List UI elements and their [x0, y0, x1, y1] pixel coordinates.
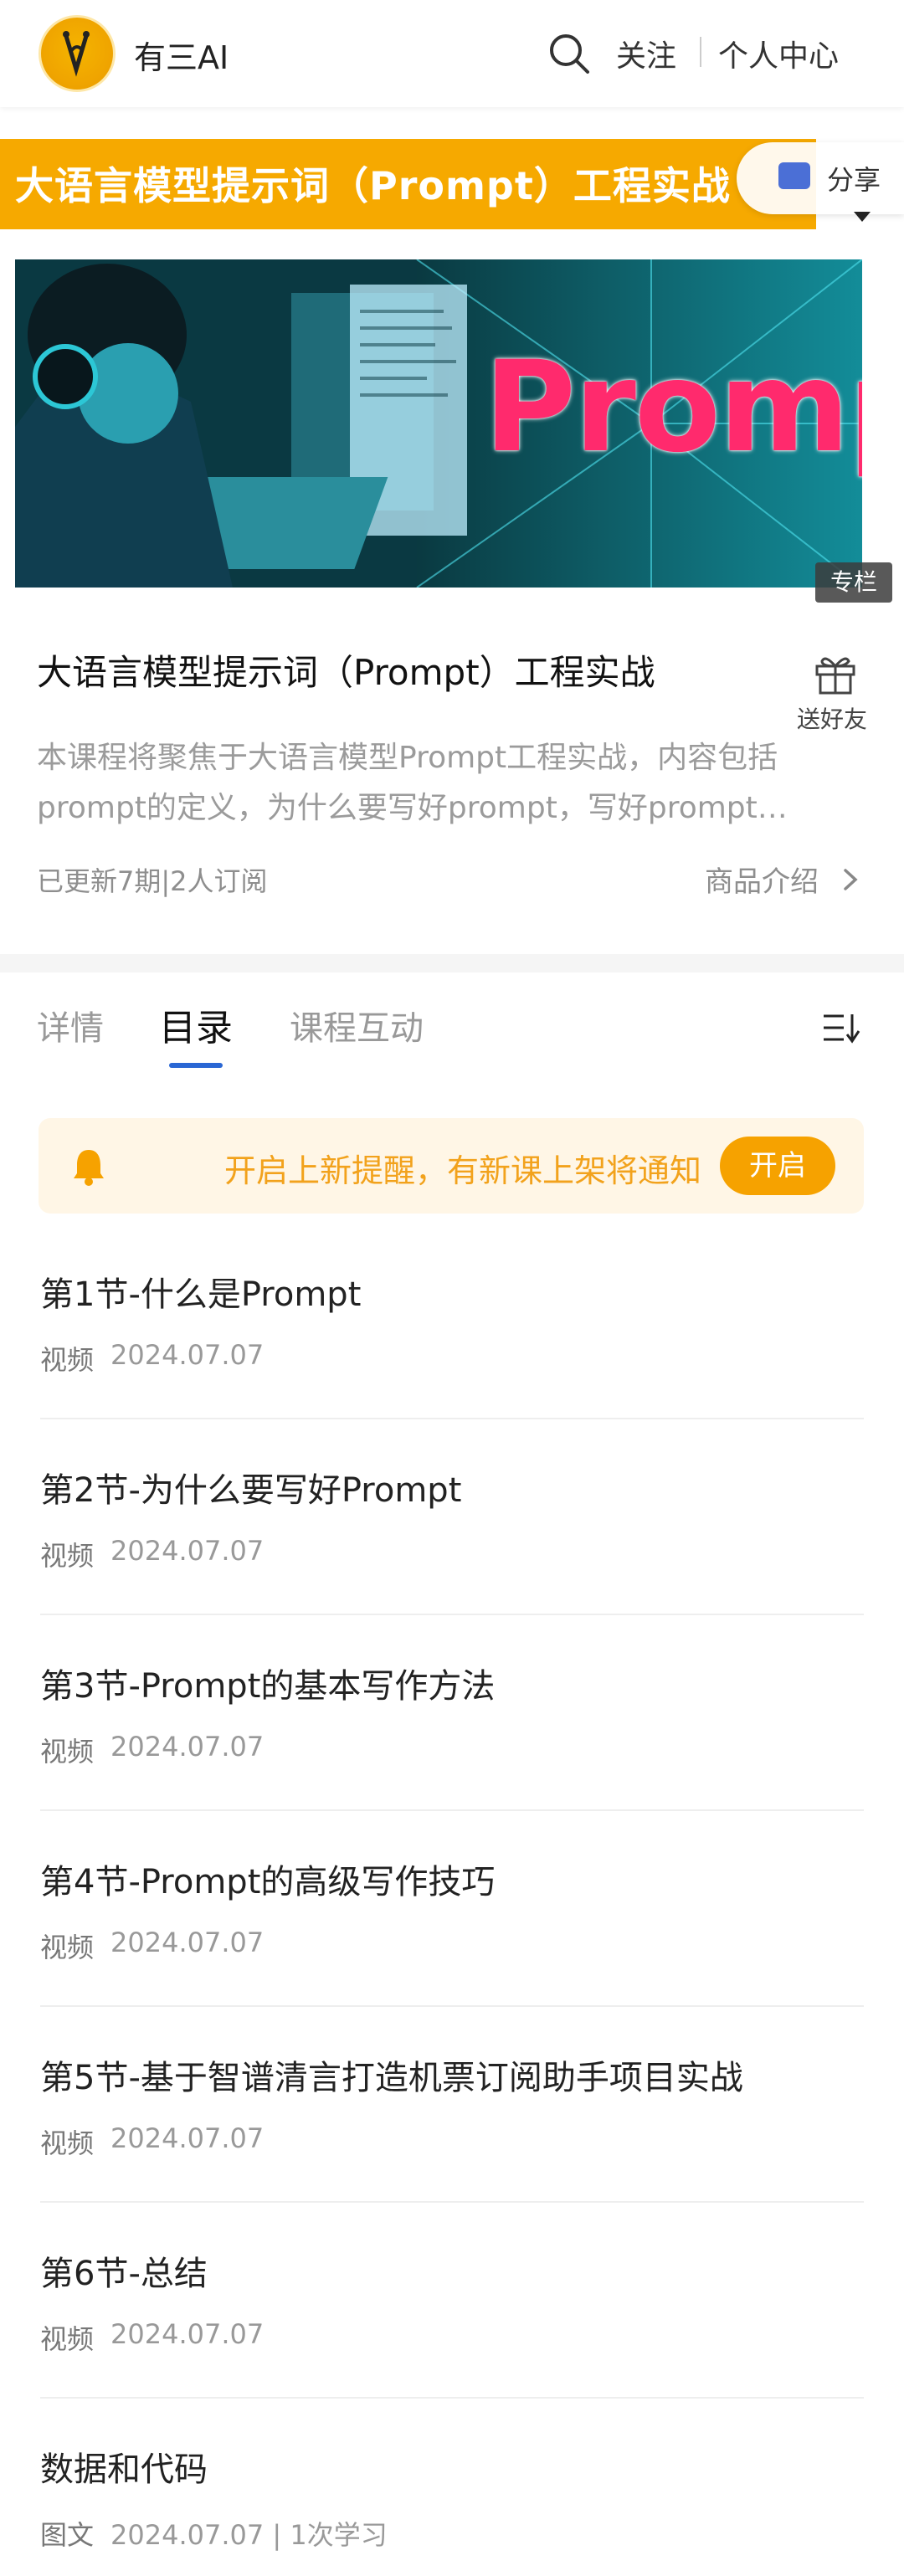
banner-title: 大语言模型提示词（Prompt）工程实战: [15, 163, 731, 208]
cover-word: Prompt: [484, 335, 862, 480]
chapter-title: 第5节-基于智谱清言打造机票订阅助手项目实战: [40, 2059, 743, 2097]
course-title: 大语言模型提示词（Prompt）工程实战: [37, 652, 655, 693]
divider: [40, 1809, 864, 1811]
divider: [40, 2201, 864, 2203]
chapter-item[interactable]: 第3节-Prompt的基本写作方法 视频 2024.07.07: [0, 1659, 904, 1855]
product-intro-link[interactable]: 商品介绍: [705, 859, 819, 900]
chapter-title: 第1节-什么是Prompt: [40, 1275, 362, 1314]
course-meta: 已更新7期|2人订阅: [37, 865, 268, 897]
chapter-item[interactable]: 第6节-总结 视频 2024.07.07: [0, 2246, 904, 2442]
chapter-type: 视频: [40, 1540, 95, 1572]
divider: [40, 2005, 864, 2007]
chapter-item[interactable]: 第4节-Prompt的高级写作技巧 视频 2024.07.07: [0, 1855, 904, 2050]
chapter-type: 视频: [40, 1736, 95, 1768]
chapter-type: 视频: [40, 2127, 95, 2159]
chapter-title: 数据和代码: [40, 2450, 208, 2489]
chapter-type: 视频: [40, 1932, 95, 1963]
course-cover-image: Prompt: [15, 259, 862, 588]
tab-active-indicator: [169, 1063, 223, 1068]
description-line: 本课程将聚焦于大语言模型Prompt工程实战，内容包括: [37, 741, 778, 775]
chapter-date: 2024.07.07: [110, 1731, 265, 1763]
chapter-type: 图文: [40, 2519, 95, 2551]
chapter-item[interactable]: 第5节-基于智谱清言打造机票订阅助手项目实战 视频 2024.07.07: [0, 2050, 904, 2246]
tab-interaction[interactable]: 课程互动: [290, 1001, 424, 1049]
divider: [40, 1418, 864, 1419]
course-description: 本课程将聚焦于大语言模型Prompt工程实战，内容包括 prompt的定义，为什…: [37, 733, 865, 834]
chapter-item[interactable]: 第2节-为什么要写好Prompt 视频 2024.07.07: [0, 1463, 904, 1659]
description-line: prompt的定义，为什么要写好prompt，写好prompt…: [37, 791, 788, 825]
reminder-text: 开启上新提醒，有新课上架将通知: [224, 1152, 701, 1189]
tab-details[interactable]: 详情: [37, 1001, 104, 1049]
chevron-right-icon: [844, 869, 858, 890]
chapter-title: 第6节-总结: [40, 2255, 208, 2293]
column-badge: 专栏: [815, 562, 892, 603]
user-center-link[interactable]: 个人中心: [718, 32, 839, 75]
chapter-title: 第3节-Prompt的基本写作方法: [40, 1667, 496, 1706]
chapter-date: 2024.07.07: [110, 1339, 265, 1371]
chapter-type: 视频: [40, 1344, 95, 1376]
brand-name: 有三AI: [134, 39, 229, 76]
chapter-type: 视频: [40, 2323, 95, 2355]
section-gap: [0, 954, 904, 972]
tab-catalog[interactable]: 目录: [159, 998, 233, 1051]
chapter-date: 2024.07.07: [110, 1927, 265, 1958]
chapter-date: 2024.07.07: [110, 1535, 265, 1567]
brand-logo[interactable]: [39, 15, 116, 92]
share-label: 分享: [827, 164, 881, 196]
gift-label[interactable]: 送好友: [797, 701, 867, 735]
chevron-down-icon: [854, 212, 871, 222]
follow-button[interactable]: 关注: [616, 32, 676, 75]
divider: [40, 1614, 864, 1615]
chapter-title: 第2节-为什么要写好Prompt: [40, 1471, 462, 1510]
share-icon: [778, 162, 810, 189]
header-divider: [700, 37, 701, 67]
course-banner: 大语言模型提示词（Prompt）工程实战: [0, 139, 816, 229]
sort-icon[interactable]: [822, 1011, 862, 1044]
search-icon[interactable]: [546, 30, 593, 77]
enable-reminder-button[interactable]: 开启: [720, 1137, 835, 1195]
chapter-item[interactable]: 数据和代码 图文 2024.07.07 | 1次学习: [0, 2442, 904, 2576]
top-header: 有三AI 关注 个人中心: [0, 0, 904, 107]
divider: [40, 2397, 864, 2399]
bell-icon: [74, 1150, 104, 1186]
chapter-date: 2024.07.07: [110, 2318, 265, 2350]
gift-icon[interactable]: [814, 653, 857, 695]
chapter-title: 第4节-Prompt的高级写作技巧: [40, 1863, 496, 1901]
chapter-item[interactable]: 第1节-什么是Prompt 视频 2024.07.07: [0, 1267, 904, 1463]
chapter-date: 2024.07.07: [110, 2122, 265, 2154]
chapter-date: 2024.07.07 | 1次学习: [110, 2519, 388, 2551]
